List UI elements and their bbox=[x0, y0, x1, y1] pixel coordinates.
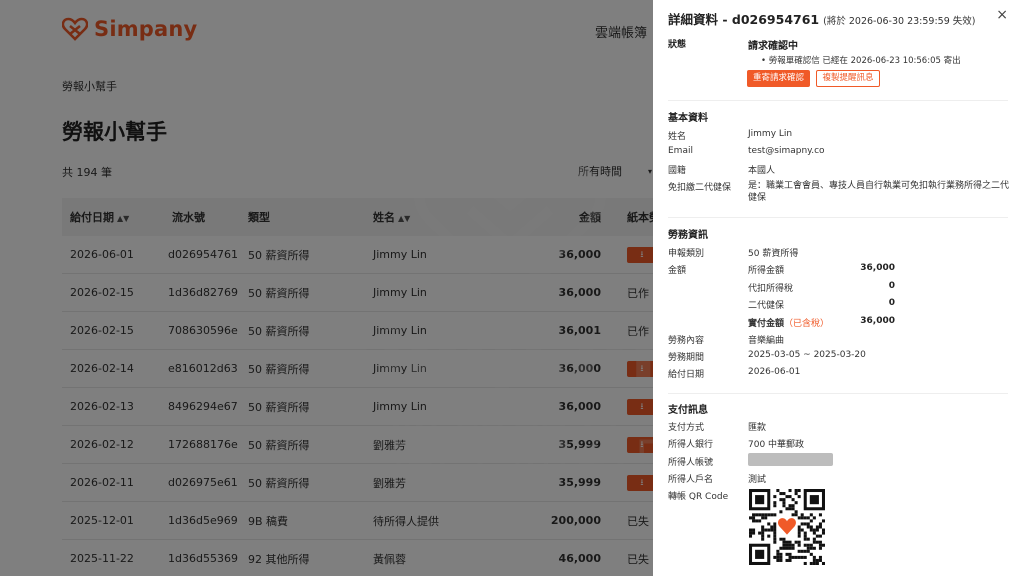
bank-label: 所得人銀行 bbox=[668, 440, 714, 450]
masked-account-number bbox=[748, 453, 833, 466]
period-label: 勞務期間 bbox=[668, 353, 705, 363]
income-value: 36,000 bbox=[860, 263, 895, 273]
nationality-label: 國籍 bbox=[668, 166, 687, 176]
divider bbox=[668, 100, 1008, 101]
drawer-header: 詳細資料 - d026954761 (將於 2026-06-30 23:59:5… bbox=[668, 9, 1008, 28]
content-value: 音樂編曲 bbox=[748, 336, 785, 346]
nhi-exempt-value: 是：職業工會會員、專技人員自行執業可免扣執行業務所得之二代健保 bbox=[748, 181, 1010, 203]
tax-value: 0 bbox=[888, 281, 895, 291]
net-note: （已含稅） bbox=[784, 319, 830, 329]
name-label: 姓名 bbox=[668, 132, 687, 142]
bank-value: 700 中華郵政 bbox=[748, 440, 805, 450]
status-value: 請求確認中 bbox=[748, 41, 798, 52]
section-labor-info: 勞務資訊 bbox=[668, 230, 708, 241]
holder-value: 測試 bbox=[748, 475, 767, 485]
close-icon[interactable]: × bbox=[996, 7, 1008, 23]
drawer-expiry: (將於 2026-06-30 23:59:59 失效) bbox=[823, 16, 976, 27]
income-label: 所得金額 bbox=[748, 266, 785, 276]
method-label: 支付方式 bbox=[668, 423, 705, 433]
section-payment-info: 支付訊息 bbox=[668, 405, 708, 416]
paydate-label: 給付日期 bbox=[668, 370, 705, 380]
method-value: 匯款 bbox=[748, 423, 767, 433]
name-value: Jimmy Lin bbox=[748, 129, 793, 139]
section-basic-info: 基本資料 bbox=[668, 113, 708, 124]
holder-label: 所得人戶名 bbox=[668, 475, 714, 485]
email-value: test@simapny.co bbox=[748, 146, 825, 156]
category-label: 申報類別 bbox=[668, 249, 705, 259]
paydate-value: 2026-06-01 bbox=[748, 367, 801, 377]
status-label: 狀態 bbox=[668, 40, 687, 50]
period-value: 2025-03-05 ~ 2025-03-20 bbox=[748, 350, 866, 360]
content-label: 勞務內容 bbox=[668, 336, 705, 346]
status-bullet: • 勞報單確認信 已經在 2026-06-23 10:56:05 寄出 bbox=[761, 56, 961, 66]
account-label: 所得人帳號 bbox=[668, 458, 714, 468]
nhi2-label: 二代健保 bbox=[748, 301, 785, 311]
net-label: 實付金額（已含稅） bbox=[748, 319, 830, 329]
email-label: Email bbox=[668, 146, 693, 156]
qr-label: 轉帳 QR Code bbox=[668, 492, 729, 502]
nationality-value: 本國人 bbox=[748, 166, 776, 176]
nhi-exempt-label: 免扣繳二代健保 bbox=[668, 183, 732, 193]
transfer-qr-code bbox=[749, 489, 825, 565]
net-value: 36,000 bbox=[860, 316, 895, 326]
tax-label: 代扣所得稅 bbox=[748, 284, 794, 294]
resend-confirm-button[interactable]: 重寄請求確認 bbox=[747, 70, 810, 87]
amount-label: 金額 bbox=[668, 266, 687, 276]
detail-drawer: 詳細資料 - d026954761 (將於 2026-06-30 23:59:5… bbox=[653, 0, 1024, 576]
divider bbox=[668, 217, 1008, 218]
nhi2-value: 0 bbox=[888, 298, 895, 308]
copy-reminder-button[interactable]: 複製提醒訊息 bbox=[816, 70, 880, 87]
drawer-title: 詳細資料 - d026954761 bbox=[668, 12, 820, 27]
category-value: 50 薪資所得 bbox=[748, 249, 799, 259]
divider bbox=[668, 393, 1008, 394]
